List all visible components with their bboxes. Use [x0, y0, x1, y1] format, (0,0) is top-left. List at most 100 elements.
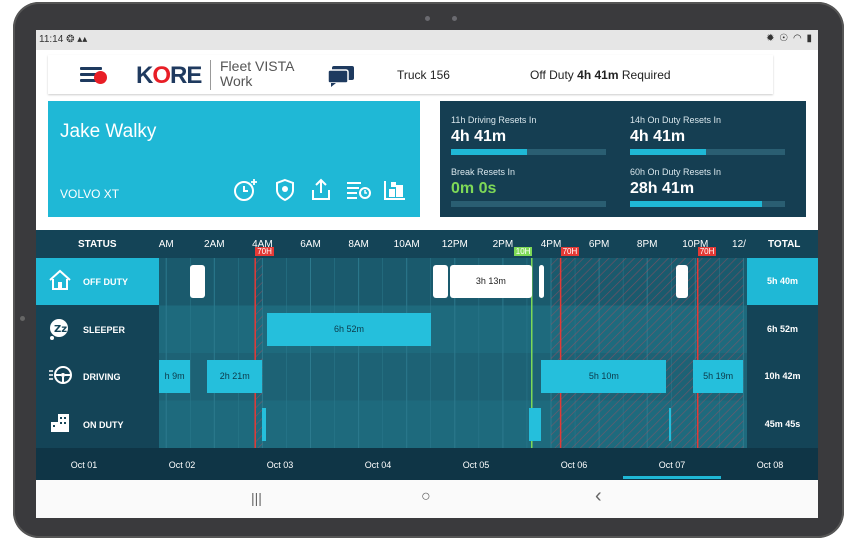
date-label[interactable]: Oct 08	[757, 460, 784, 470]
duty-segment[interactable]	[262, 407, 266, 441]
status-label: ON DUTY	[83, 419, 124, 430]
time-tick: 4PM	[540, 239, 562, 250]
reset-break-value: 0m 0s	[451, 180, 497, 197]
status-label: SLEEPER	[83, 324, 126, 335]
duty-segment[interactable]: h 9m	[159, 360, 191, 393]
date-label[interactable]: Oct 06	[561, 460, 588, 470]
app-header: KORE Fleet VISTA Work Truck 156 Off Duty …	[48, 55, 773, 94]
logs-icon[interactable]	[344, 177, 371, 203]
violation-hatch	[551, 258, 744, 448]
reset-on-duty-60h-value: 28h 41m	[630, 180, 695, 197]
duty-segment[interactable]: 5h 19m	[692, 360, 744, 393]
time-tick: 2PM	[492, 239, 514, 250]
duty-segment[interactable]: 3h 13m	[449, 265, 532, 298]
total-header: TOTAL	[768, 239, 801, 250]
android-nav-bar: ||| ○ ‹	[36, 480, 818, 518]
progress-bar	[451, 149, 606, 155]
duty-segment[interactable]	[538, 265, 544, 298]
status-row-on-duty[interactable]: ON DUTY	[36, 401, 159, 448]
status-row-driving[interactable]: DRIVING	[36, 353, 159, 400]
duty-status-grid: STATUS AM 2AM 4AM 6AM 8AM 10AM 12PM 2PM 4PM 6PM 8P…	[36, 230, 818, 480]
time-tick: 6PM	[588, 239, 610, 250]
date-label[interactable]: Oct 07	[659, 460, 686, 470]
notification-icons: ❂ ▴▴	[66, 34, 88, 45]
violation-hatch	[255, 258, 263, 448]
duty-segment[interactable]	[433, 265, 448, 298]
shield-icon[interactable]	[272, 177, 298, 203]
selected-date-indicator	[623, 476, 721, 479]
back-button[interactable]: ‹	[595, 485, 602, 508]
duty-segment[interactable]: 5h 10m	[541, 360, 667, 393]
date-label[interactable]: Oct 01	[71, 460, 98, 470]
status-total: 45m 45s	[764, 418, 801, 429]
driver-card: Jake Walky VOLVO XT	[48, 101, 420, 217]
kore-logo: KORE	[136, 62, 202, 89]
duty-segment[interactable]	[190, 265, 205, 298]
reset-driving: 11h Driving Resets In 4h 41m	[451, 115, 606, 155]
notification-dot	[94, 71, 107, 84]
reset-break: Break Resets In 0m 0s	[451, 167, 606, 207]
truck-label: Truck 156	[397, 68, 450, 82]
duty-segment[interactable]	[668, 407, 672, 441]
recent-apps-button[interactable]: |||	[251, 490, 262, 506]
reset-driving-value: 4h 41m	[451, 128, 507, 145]
status-total: 10h 42m	[764, 371, 801, 381]
android-status-bar: 11:14 ❂ ▴▴ ✹ ☉ ◠ ▮	[36, 30, 818, 50]
time-tick: 12/	[732, 239, 746, 250]
screen: 11:14 ❂ ▴▴ ✹ ☉ ◠ ▮ KORE Fleet VISTA Work …	[36, 30, 818, 518]
duty-segment[interactable]: 6h 52m	[267, 312, 431, 346]
cargo-icon[interactable]	[382, 177, 408, 203]
status-header: STATUS	[78, 239, 117, 250]
time-tick: 8AM	[348, 239, 369, 250]
date-label[interactable]: Oct 05	[463, 460, 490, 470]
chat-icon[interactable]	[327, 65, 355, 92]
time-tick: 12PM	[441, 239, 468, 250]
camera-dot	[425, 16, 430, 21]
sensor-dot	[452, 16, 457, 21]
date-strip: Oct 01 Oct 02 Oct 03 Oct 04 Oct 05 Oct 06 Oct …	[36, 448, 818, 480]
limit-marker-badge: 70H	[560, 247, 580, 256]
time-tick: 6AM	[300, 239, 321, 250]
reset-on-duty-14h: 14h On Duty Resets In 4h 41m	[630, 115, 785, 155]
reset-timers-panel: 11h Driving Resets In 4h 41m 14h On Duty…	[440, 101, 806, 217]
divider	[210, 60, 211, 90]
date-label[interactable]: Oct 03	[267, 460, 294, 470]
limit-marker-badge: 70H	[697, 247, 717, 256]
side-button	[20, 316, 25, 321]
duty-segment[interactable]: 2h 21m	[207, 360, 263, 393]
add-time-icon[interactable]	[232, 177, 258, 203]
grid-header: STATUS AM 2AM 4AM 6AM 8AM 10AM 12PM 2PM 4PM 6PM 8P…	[36, 230, 818, 258]
time-tick: AM	[158, 239, 174, 250]
status-row-off-duty[interactable]: OFF DUTY	[36, 258, 159, 305]
limit-marker-badge: 10H	[513, 247, 533, 256]
product-name: Fleet VISTA Work	[220, 58, 295, 89]
status-total: 6h 52m	[766, 323, 799, 334]
menu-icon[interactable]	[80, 67, 107, 85]
time-tick: 10AM	[393, 239, 420, 250]
status-label: DRIVING	[83, 372, 121, 382]
home-button[interactable]: ○	[421, 488, 431, 506]
reset-on-duty-14h-value: 4h 41m	[630, 128, 686, 145]
timeline-plot[interactable]: 3h 13m 6h 52m h 9m 2h 21m 5h 10m 5h 19m	[159, 258, 747, 448]
duty-segment[interactable]	[529, 407, 542, 441]
share-icon[interactable]	[308, 177, 334, 203]
date-label[interactable]: Oct 02	[169, 460, 196, 470]
vehicle-name: VOLVO XT	[60, 187, 120, 201]
reset-on-duty-60h: 60h On Duty Resets In 28h 41m	[630, 167, 785, 207]
limit-marker-badge: 70H	[255, 247, 274, 256]
status-total: 5h 40m	[747, 258, 818, 305]
progress-bar	[630, 149, 785, 155]
driver-name: Jake Walky	[60, 121, 157, 142]
off-duty-required: Off Duty 4h 41m Required	[530, 68, 671, 82]
svg-text:Zz: Zz	[54, 324, 67, 335]
date-label[interactable]: Oct 04	[365, 460, 392, 470]
system-icons: ✹ ☉ ◠ ▮	[766, 33, 813, 44]
clock: 11:14 ❂ ▴▴	[39, 34, 88, 45]
status-label: OFF DUTY	[83, 277, 128, 287]
status-row-sleeper[interactable]: Zz SLEEPER	[36, 306, 159, 353]
progress-bar	[451, 201, 606, 207]
progress-bar	[630, 201, 785, 207]
time-tick: 8PM	[636, 239, 658, 250]
time-tick: 2AM	[204, 239, 225, 250]
duty-segment[interactable]	[676, 265, 689, 298]
